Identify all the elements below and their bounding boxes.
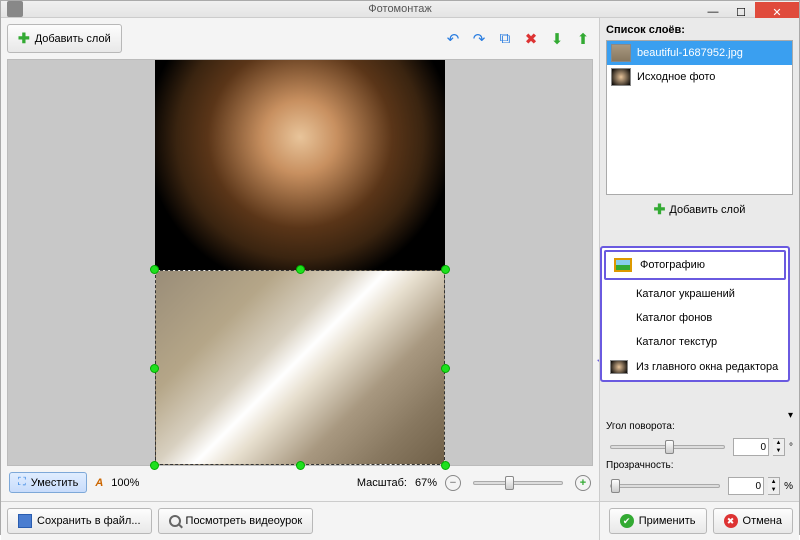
opacity-spinner[interactable]: ▲▼ bbox=[768, 477, 780, 495]
add-layer-button[interactable]: ✚ Добавить слой bbox=[7, 24, 122, 53]
mode-dropdown[interactable]: ▾ bbox=[606, 410, 793, 421]
plus-icon: ✚ bbox=[18, 30, 30, 47]
scale-label: Масштаб: bbox=[357, 477, 407, 489]
save-label: Сохранить в файл... bbox=[37, 515, 141, 527]
toolbar: ✚ Добавить слой ↶ ↷ ⧉ ✖ ⬇ ⬆ bbox=[7, 24, 593, 53]
layer-up-icon[interactable]: ⬆ bbox=[573, 29, 593, 49]
check-icon: ✔ bbox=[620, 514, 634, 528]
redo-icon[interactable]: ↷ bbox=[469, 29, 489, 49]
zoom-slider[interactable] bbox=[473, 481, 563, 485]
footer-left: Сохранить в файл... Посмотреть видеоурок bbox=[1, 501, 599, 540]
angle-input[interactable] bbox=[733, 438, 769, 456]
zoom-in-button[interactable]: + bbox=[575, 475, 591, 491]
zoom-out-button[interactable]: − bbox=[445, 475, 461, 491]
copy-icon[interactable]: ⧉ bbox=[495, 29, 515, 49]
titlebar: Фотомонтаж — ☐ ✕ bbox=[1, 1, 799, 18]
delete-icon[interactable]: ✖ bbox=[521, 29, 541, 49]
add-layer-label: Добавить слой bbox=[35, 33, 111, 45]
fit-button[interactable]: ⛶ Уместить bbox=[9, 472, 87, 493]
angle-spinner[interactable]: ▲▼ bbox=[773, 438, 785, 456]
sidebar-add-layer[interactable]: ✚ Добавить слой bbox=[606, 195, 793, 224]
fit-icon: ⛶ bbox=[18, 476, 26, 489]
layer-name: beautiful-1687952.jpg bbox=[637, 47, 743, 59]
selected-layer[interactable] bbox=[155, 270, 445, 465]
angle-row: Угол поворота: ▲▼ ° bbox=[606, 421, 793, 456]
menu-label: Из главного окна редактора bbox=[636, 361, 778, 373]
angle-unit: ° bbox=[789, 442, 793, 453]
layer-image bbox=[155, 270, 445, 465]
photo-icon bbox=[614, 258, 632, 272]
cancel-label: Отмена bbox=[743, 515, 782, 527]
add-layer-menu: Фотографию Каталог украшений Каталог фон… bbox=[600, 246, 790, 382]
menu-item-from-editor[interactable]: Из главного окна редактора bbox=[602, 354, 788, 380]
sidebar: Список слоёв: beautiful-1687952.jpg Исхо… bbox=[599, 18, 799, 501]
resize-handle-se[interactable] bbox=[441, 461, 450, 470]
save-icon bbox=[18, 514, 32, 528]
angle-slider[interactable] bbox=[610, 445, 725, 449]
background-image bbox=[155, 60, 445, 280]
zoom-text: 100% bbox=[111, 477, 139, 489]
sidebar-add-layer-label: Добавить слой bbox=[669, 204, 745, 216]
text-tool-icon[interactable]: A bbox=[95, 477, 103, 489]
body: ✚ Добавить слой ↶ ↷ ⧉ ✖ ⬇ ⬆ bbox=[1, 18, 799, 501]
layers-title: Список слоёв: bbox=[606, 24, 793, 36]
menu-item-backgrounds[interactable]: Каталог фонов bbox=[602, 306, 788, 330]
editor-window-icon bbox=[610, 360, 628, 374]
menu-item-decorations[interactable]: Каталог украшений bbox=[602, 282, 788, 306]
layer-down-icon[interactable]: ⬇ bbox=[547, 29, 567, 49]
scale-value: 67% bbox=[415, 477, 437, 489]
cancel-icon: ✖ bbox=[724, 514, 738, 528]
left-pane: ✚ Добавить слой ↶ ↷ ⧉ ✖ ⬇ ⬆ bbox=[1, 18, 599, 501]
resize-handle-w[interactable] bbox=[150, 364, 159, 373]
footer: Сохранить в файл... Посмотреть видеоурок… bbox=[1, 501, 799, 540]
save-button[interactable]: Сохранить в файл... bbox=[7, 508, 152, 534]
layer-thumbnail bbox=[611, 68, 631, 86]
layer-row[interactable]: Исходное фото bbox=[607, 65, 792, 89]
resize-handle-nw[interactable] bbox=[150, 265, 159, 274]
watch-video-label: Посмотреть видеоурок bbox=[186, 515, 303, 527]
undo-icon[interactable]: ↶ bbox=[443, 29, 463, 49]
canvas[interactable] bbox=[155, 60, 445, 465]
magnify-icon bbox=[169, 515, 181, 527]
resize-handle-s[interactable] bbox=[296, 461, 305, 470]
resize-handle-n[interactable] bbox=[296, 265, 305, 274]
cancel-button[interactable]: ✖ Отмена bbox=[713, 508, 793, 534]
footer-right: ✔ Применить ✖ Отмена bbox=[599, 501, 799, 540]
menu-item-photo[interactable]: Фотографию bbox=[604, 250, 786, 280]
zoom-bar: ⛶ Уместить A 100% Масштаб: 67% − + bbox=[7, 466, 593, 495]
menu-label: Фотографию bbox=[640, 259, 705, 271]
opacity-input[interactable] bbox=[728, 477, 764, 495]
canvas-area[interactable] bbox=[7, 59, 593, 466]
window-title: Фотомонтаж bbox=[368, 3, 431, 15]
resize-handle-sw[interactable] bbox=[150, 461, 159, 470]
layer-thumbnail bbox=[611, 44, 631, 62]
angle-label: Угол поворота: bbox=[606, 421, 793, 432]
app-window: Фотомонтаж — ☐ ✕ ✚ Добавить слой ↶ ↷ ⧉ ✖… bbox=[0, 0, 800, 535]
app-icon bbox=[7, 1, 23, 17]
fit-label: Уместить bbox=[31, 477, 79, 489]
watch-video-button[interactable]: Посмотреть видеоурок bbox=[158, 508, 314, 534]
apply-button[interactable]: ✔ Применить bbox=[609, 508, 707, 534]
menu-item-textures[interactable]: Каталог текстур bbox=[602, 330, 788, 354]
menu-label: Каталог украшений bbox=[636, 288, 735, 300]
resize-handle-ne[interactable] bbox=[441, 265, 450, 274]
layer-list[interactable]: beautiful-1687952.jpg Исходное фото bbox=[606, 40, 793, 195]
opacity-unit: % bbox=[784, 481, 793, 492]
opacity-slider[interactable] bbox=[610, 484, 720, 488]
resize-handle-e[interactable] bbox=[441, 364, 450, 373]
layer-name: Исходное фото bbox=[637, 71, 715, 83]
menu-label: Каталог текстур bbox=[636, 336, 717, 348]
opacity-label: Прозрачность: bbox=[606, 460, 793, 471]
apply-label: Применить bbox=[639, 515, 696, 527]
plus-icon: ✚ bbox=[654, 201, 666, 218]
menu-label: Каталог фонов bbox=[636, 312, 712, 324]
layer-row[interactable]: beautiful-1687952.jpg bbox=[607, 41, 792, 65]
opacity-row: Прозрачность: ▲▼ % bbox=[606, 456, 793, 495]
